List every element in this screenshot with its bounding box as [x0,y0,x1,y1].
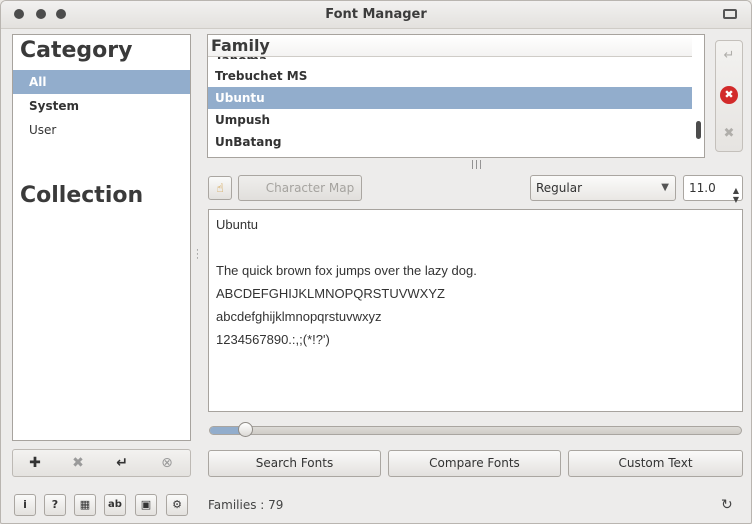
family-column-header[interactable]: Family [208,35,692,57]
reload-icon[interactable]: ↻ [721,497,733,513]
style-select-value: Regular [536,181,583,195]
character-map-button[interactable]: Character Map [238,175,362,201]
collection-toolbar: ✚ ✖ ↵ ⊗ [12,449,191,477]
preview-line-digits: 1234567890.:,;(*!?') [216,332,330,347]
maximize-button[interactable] [723,9,737,19]
close-icon[interactable]: ✖ [720,125,738,143]
preview-line-title: Ubuntu [216,217,258,232]
family-row-selected[interactable]: Ubuntu [208,87,692,109]
search-fonts-button[interactable]: Search Fonts [208,450,381,477]
collection-heading: Collection [20,183,144,208]
speech-icon[interactable]: ? [44,494,66,516]
enter-icon[interactable]: ↵ [112,454,132,472]
size-value: 11.0 [689,181,716,195]
category-heading: Category [20,38,133,63]
category-item-system[interactable]: System [13,94,190,118]
clear-icon[interactable]: ⊗ [157,454,177,472]
font-manager-window: Font Manager Category All System User Co… [0,0,752,524]
font-actions-toolbar: ↵ ✖ ✖ [715,40,743,152]
preview-line-uppercase: ABCDEFGHIJKLMNOPQRSTUVWXYZ [216,286,445,301]
enter-icon[interactable]: ↵ [720,47,738,65]
family-row[interactable]: UnBatang [208,131,692,153]
size-spinbutton[interactable]: 11.0 ▲ ▼ [683,175,743,204]
family-list: Tahoma Family Trebuchet MS Ubuntu Umpush… [207,34,705,158]
category-sidebar: Category All System User Collection [12,34,191,441]
compare-fonts-button[interactable]: Compare Fonts [388,450,561,477]
settings-icon[interactable]: ⚙ [166,494,188,516]
chevron-down-icon: ▼ [661,182,669,193]
font-preview[interactable]: Ubuntu The quick brown fox jumps over th… [208,209,743,412]
remove-icon[interactable]: ✖ [68,454,88,472]
hand-icon[interactable]: ☝ [208,176,232,200]
families-count-status: Families : 79 [208,498,284,512]
titlebar: Font Manager [1,1,751,29]
add-icon[interactable]: ✚ [25,454,45,472]
sidebar-resize-grip[interactable]: · · · [196,247,199,264]
style-select[interactable]: Regular ▼ [530,175,676,201]
window-title: Font Manager [325,7,427,22]
rename-icon[interactable]: ab [104,494,126,516]
preview-line-lowercase: abcdefghijklmnopqrstuvwxyz [216,309,382,324]
remove-font-icon[interactable]: ✖ [720,86,738,104]
custom-text-button[interactable]: Custom Text [568,450,743,477]
info-icon[interactable]: i [14,494,36,516]
save-icon[interactable]: ▣ [135,494,157,516]
category-item-user[interactable]: User [13,118,190,142]
size-slider[interactable] [209,426,742,435]
category-item-all[interactable]: All [13,70,190,94]
family-scrollbar-thumb[interactable] [696,121,701,139]
preview-line-sentence: The quick brown fox jumps over the lazy … [216,263,477,278]
pane-resize-grip[interactable]: ||| [471,160,483,170]
family-row[interactable]: Trebuchet MS [208,65,692,87]
font-config-icon[interactable]: ▦ [74,494,96,516]
family-row[interactable]: Umpush [208,109,692,131]
